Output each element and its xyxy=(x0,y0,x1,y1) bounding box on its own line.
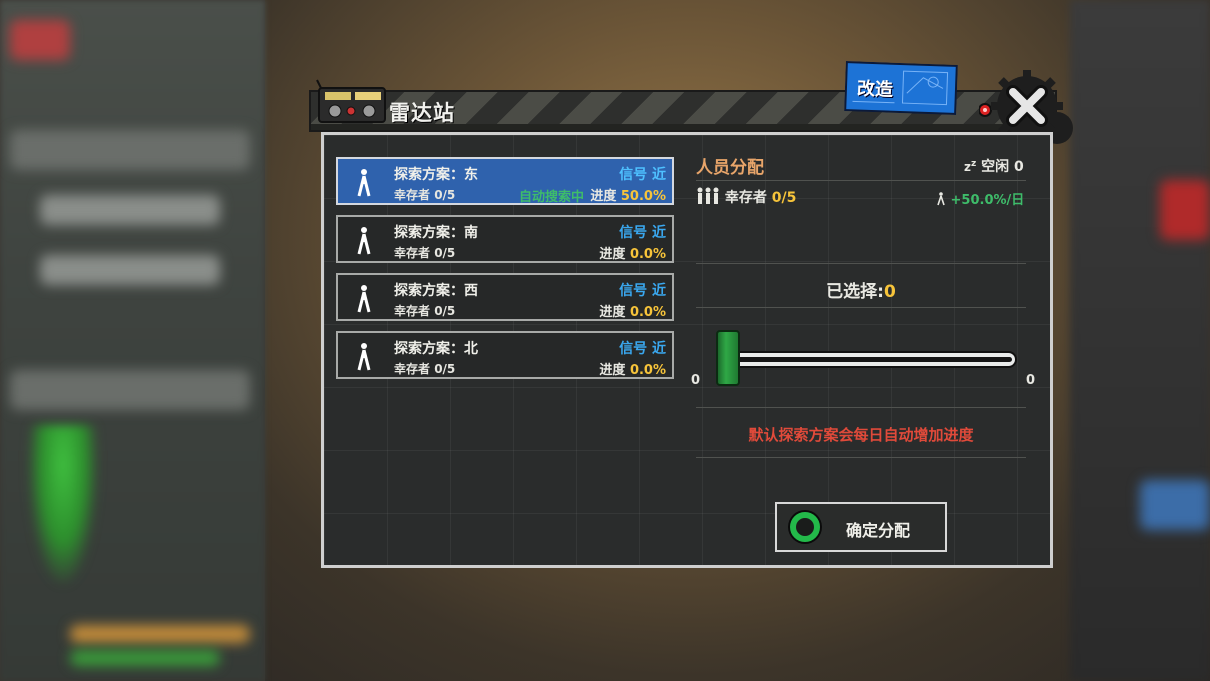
progress-label: 进度 xyxy=(590,189,617,204)
plan-signal: 信号 近 xyxy=(619,225,666,241)
slider-track-inner xyxy=(724,357,1012,362)
upgrade-label: 改造 xyxy=(856,78,894,101)
slider-min-label: 0 xyxy=(691,373,701,388)
dialog-title: 雷达站 xyxy=(389,101,455,125)
survivor-value: 0/5 xyxy=(434,246,456,260)
divider xyxy=(696,457,1026,458)
divider xyxy=(696,180,1026,181)
plan-progress: 进度 0.0% xyxy=(599,359,666,378)
sleep-zz-icon: zz xyxy=(964,159,977,174)
idle-label: 空闲 xyxy=(981,159,1010,175)
explorer-walker-icon xyxy=(357,285,371,313)
survivor-label: 幸存者 xyxy=(394,188,431,202)
plan-item-north[interactable]: 探索方案：北 信号 近 幸存者 0/5 进度 0.0% xyxy=(336,331,674,379)
progress-value: 0.0% xyxy=(629,305,666,320)
progress-label: 进度 xyxy=(599,247,626,262)
progress-value: 0.0% xyxy=(629,363,666,378)
allocation-slider[interactable] xyxy=(719,351,1017,368)
idle-value: 0 xyxy=(1013,159,1024,175)
progress-label: 进度 xyxy=(599,305,626,320)
auto-progress-note: 默认探索方案会每日自动增加进度 xyxy=(748,426,974,444)
survivor-value: 0/5 xyxy=(434,362,456,376)
walker-icon xyxy=(937,192,945,206)
plan-progress: 进度 0.0% xyxy=(599,301,666,320)
plan-name: 探索方案：南 xyxy=(394,225,478,241)
radio-device-icon xyxy=(316,79,386,123)
background-blob xyxy=(70,625,250,643)
background-blob xyxy=(10,20,70,60)
survivor-label: 幸存者 xyxy=(394,246,431,260)
divider xyxy=(696,307,1026,308)
slider-handle[interactable] xyxy=(716,330,740,386)
explorer-walker-icon xyxy=(357,227,371,255)
plan-signal: 信号 近 xyxy=(619,341,666,357)
dialog-body: 探索方案：东 信号 近 幸存者 0/5 自动搜索中 进度 50.0% 探索方案：… xyxy=(321,132,1053,568)
plan-survivors: 幸存者 0/5 xyxy=(394,186,455,203)
plan-survivors: 幸存者 0/5 xyxy=(394,360,455,377)
selected-value: 0 xyxy=(883,282,896,302)
survivor-label: 幸存者 xyxy=(724,190,767,206)
plan-progress: 进度 0.0% xyxy=(599,243,666,262)
plan-item-west[interactable]: 探索方案：西 信号 近 幸存者 0/5 进度 0.0% xyxy=(336,273,674,321)
survivor-value: 0/5 xyxy=(434,188,456,202)
divider xyxy=(696,407,1026,408)
plan-item-east[interactable]: 探索方案：东 信号 近 幸存者 0/5 自动搜索中 进度 50.0% xyxy=(336,157,674,205)
explorer-walker-icon xyxy=(357,343,371,371)
radar-station-dialog: 雷达站 改造 探索方案：东 信号 近 幸存者 0/5 自动搜索中 进度 50.0… xyxy=(309,61,1073,570)
daily-rate: +50.0%/日 xyxy=(936,189,1024,208)
idle-count: zz 空闲 0 xyxy=(964,156,1024,176)
divider xyxy=(696,263,1026,264)
confirm-label: 确定分配 xyxy=(846,521,911,540)
background-blob xyxy=(40,195,220,225)
survivor-label: 幸存者 xyxy=(394,304,431,318)
plan-survivors: 幸存者 0/5 xyxy=(394,244,455,261)
plan-progress: 进度 50.0% xyxy=(590,185,666,204)
plan-signal: 信号 近 xyxy=(619,283,666,299)
plan-survivors: 幸存者 0/5 xyxy=(394,302,455,319)
plan-name: 探索方案：西 xyxy=(394,283,478,299)
auto-search-status: 自动搜索中 xyxy=(518,190,584,205)
selected-label: 已选择: xyxy=(826,282,884,302)
progress-value: 0.0% xyxy=(629,247,666,262)
plan-name: 探索方案：北 xyxy=(394,341,478,357)
allocation-survivors: 幸存者 0/5 xyxy=(696,187,796,207)
background-right-column xyxy=(1070,0,1210,681)
background-blob xyxy=(70,650,220,666)
survivor-value: 0/5 xyxy=(434,304,456,318)
background-blob xyxy=(1160,180,1210,240)
plan-name: 探索方案：东 xyxy=(394,167,478,183)
background-blob xyxy=(10,370,250,410)
progress-label: 进度 xyxy=(599,363,626,378)
survivor-label: 幸存者 xyxy=(394,362,431,376)
background-blob xyxy=(40,255,220,285)
rate-value: +50.0%/日 xyxy=(950,193,1025,208)
upgrade-button[interactable]: 改造 xyxy=(844,61,958,115)
survivor-value: 0/5 xyxy=(771,190,797,206)
plan-item-south[interactable]: 探索方案：南 信号 近 幸存者 0/5 进度 0.0% xyxy=(336,215,674,263)
selected-count: 已选择:0 xyxy=(696,277,1026,302)
people-group-icon xyxy=(697,187,719,204)
plan-signal: 信号 近 xyxy=(619,167,666,183)
slider-max-label: 0 xyxy=(1026,373,1036,388)
explorer-walker-icon xyxy=(357,169,371,197)
progress-value: 50.0% xyxy=(620,189,666,204)
ring-icon xyxy=(790,512,820,542)
background-character xyxy=(28,425,98,585)
background-blob xyxy=(1140,480,1210,530)
background-blob xyxy=(10,130,250,170)
allocation-title: 人员分配 xyxy=(696,158,764,178)
confirm-allocation-button[interactable]: 确定分配 xyxy=(775,502,947,552)
